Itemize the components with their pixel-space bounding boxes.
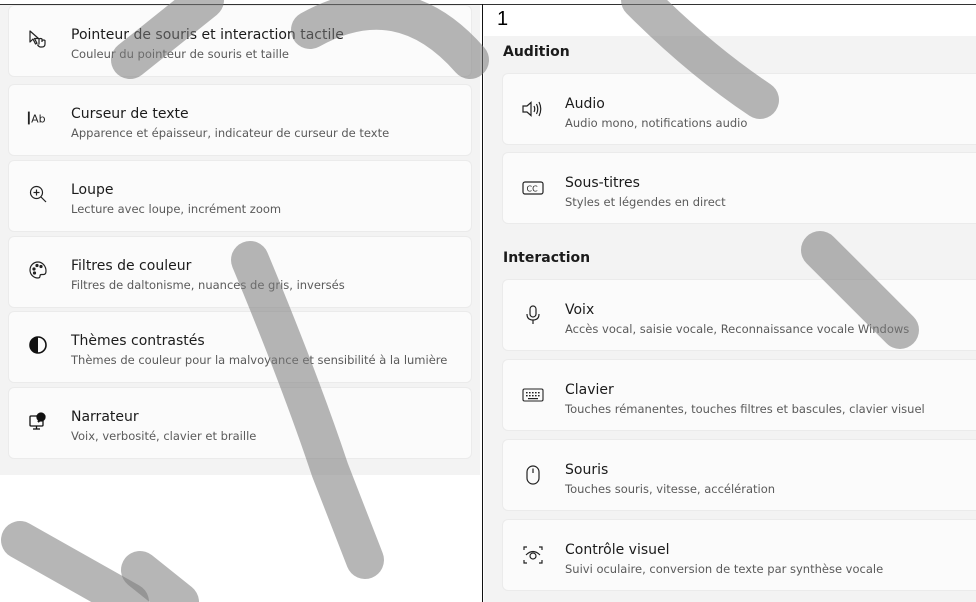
setting-title: Contrôle visuel [565, 542, 670, 558]
setting-title: Narrateur [71, 409, 139, 425]
setting-title: Loupe [71, 182, 114, 198]
setting-color-filters[interactable]: Filtres de couleur Filtres de daltonisme… [8, 236, 472, 308]
magnifier-icon [27, 183, 49, 205]
setting-title: Curseur de texte [71, 106, 189, 122]
setting-narrator[interactable]: Narrateur Voix, verbosité, clavier et br… [8, 387, 472, 459]
setting-subtitle: Voix, verbosité, clavier et braille [71, 429, 257, 443]
setting-voice[interactable]: Voix Accès vocal, saisie vocale, Reconna… [502, 279, 976, 351]
setting-title: Clavier [565, 382, 614, 398]
closed-captions-icon: CC [521, 176, 545, 200]
setting-subtitle: Audio mono, notifications audio [565, 116, 748, 130]
setting-mouse-pointer[interactable]: Pointeur de souris et interaction tactil… [8, 5, 472, 77]
setting-title: Souris [565, 462, 609, 478]
setting-title: Filtres de couleur [71, 258, 192, 274]
setting-eye-control[interactable]: Contrôle visuel Suivi oculaire, conversi… [502, 519, 976, 591]
svg-text:Ab: Ab [31, 113, 46, 126]
contrast-icon [27, 334, 49, 356]
setting-title: Thèmes contrastés [71, 333, 205, 349]
setting-title: Voix [565, 302, 595, 318]
setting-subtitle: Apparence et épaisseur, indicateur de cu… [71, 126, 390, 140]
svg-text:CC: CC [527, 185, 539, 194]
setting-subtitle: Touches souris, vitesse, accélération [565, 482, 776, 496]
setting-title: Audio [565, 96, 605, 112]
section-heading-audition: Audition [503, 44, 570, 60]
setting-captions[interactable]: CC Sous-titres Styles et légendes en dir… [502, 152, 976, 224]
section-heading-interaction: Interaction [503, 250, 591, 266]
page-divider [482, 4, 483, 602]
speaker-icon [521, 97, 545, 121]
setting-magnifier[interactable]: Loupe Lecture avec loupe, incrément zoom [8, 160, 472, 232]
color-palette-icon [27, 259, 49, 281]
setting-subtitle: Styles et légendes en direct [565, 195, 726, 209]
mouse-pointer-touch-icon [27, 28, 49, 50]
setting-subtitle: Lecture avec loupe, incrément zoom [71, 202, 282, 216]
microphone-icon [521, 303, 545, 327]
setting-contrast-themes[interactable]: Thèmes contrastés Thèmes de couleur pour… [8, 311, 472, 383]
setting-text-cursor[interactable]: Ab Curseur de texte Apparence et épaisse… [8, 84, 472, 156]
narrator-icon [27, 410, 49, 432]
setting-keyboard[interactable]: Clavier Touches rémanentes, touches filt… [502, 359, 976, 431]
setting-subtitle: Thèmes de couleur pour la malvoyance et … [71, 353, 448, 367]
setting-subtitle: Accès vocal, saisie vocale, Reconnaissan… [565, 322, 910, 336]
setting-subtitle: Couleur du pointeur de souris et taille [71, 47, 289, 61]
setting-subtitle: Filtres de daltonisme, nuances de gris, … [71, 278, 345, 292]
setting-title: Pointeur de souris et interaction tactil… [71, 27, 344, 43]
setting-subtitle: Touches rémanentes, touches filtres et b… [565, 402, 925, 416]
eye-control-icon [521, 543, 545, 567]
text-cursor-icon: Ab [27, 107, 49, 129]
setting-audio[interactable]: Audio Audio mono, notifications audio [502, 73, 976, 145]
page-number: 1 [497, 8, 509, 30]
mouse-icon [521, 463, 545, 487]
setting-title: Sous-titres [565, 175, 640, 191]
setting-mouse[interactable]: Souris Touches souris, vitesse, accéléra… [502, 439, 976, 511]
keyboard-icon [521, 383, 545, 407]
setting-subtitle: Suivi oculaire, conversion de texte par … [565, 562, 884, 576]
